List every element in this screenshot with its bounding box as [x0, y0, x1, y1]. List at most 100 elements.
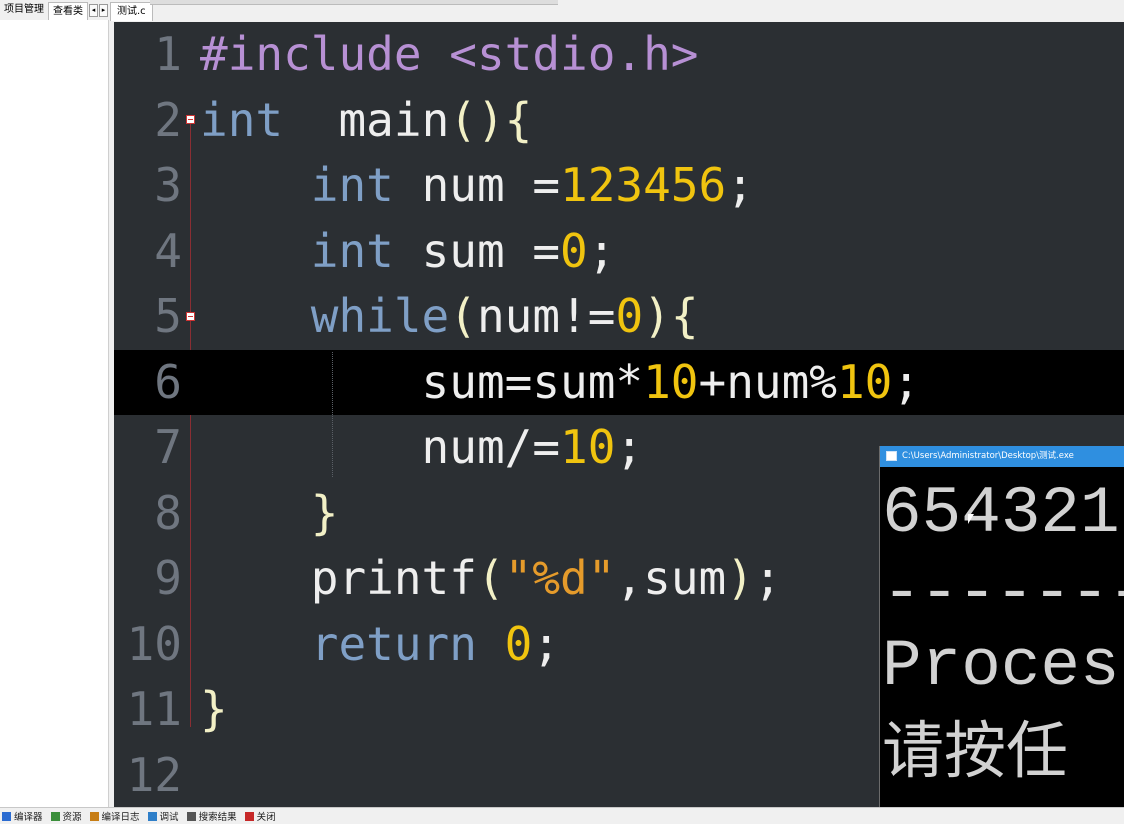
bottom-tab[interactable]: 资源 — [49, 809, 82, 823]
bottom-tab[interactable]: 搜索结果 — [185, 809, 237, 823]
bottom-tab[interactable]: 编译器 — [0, 809, 43, 823]
console-output-line: 654321 — [882, 476, 1120, 551]
code-token: ; — [587, 223, 616, 278]
project-panel — [0, 20, 109, 807]
code-token: 123456 — [560, 158, 727, 212]
code-token: num = — [393, 158, 561, 212]
horizontal-scrollbar[interactable] — [150, 0, 558, 5]
code-token: ; — [615, 420, 644, 474]
bottom-tab[interactable]: 编译日志 — [88, 809, 140, 823]
compiler-icon — [2, 811, 11, 821]
close-icon — [244, 811, 254, 821]
console-output-line: ------- — [882, 556, 1124, 631]
panel-tabs: 项目管理 查看类 ◂ ▸ — [0, 0, 108, 21]
bottom-tab-label: 调试 — [159, 812, 179, 823]
code-token: printf — [200, 551, 477, 605]
code-text: } — [200, 481, 339, 547]
console-window[interactable]: C:\Users\Administrator\Desktop\测试.exe 65… — [879, 446, 1124, 823]
code-token: num/= — [200, 420, 561, 474]
code-line[interactable]: 5 while(num!=0){ — [114, 284, 1124, 350]
code-token: { — [670, 289, 699, 343]
code-token: #include — [200, 27, 450, 81]
code-text: return 0; — [200, 612, 560, 678]
bottom-tool-tabs: 编译器 资源 编译日志 调试 搜索结果 关闭 — [0, 807, 1124, 824]
code-line[interactable]: 6 sum=sum*10+num%10; — [114, 349, 1124, 416]
resources-icon — [50, 811, 60, 821]
scroll-right-icon[interactable]: ▸ — [99, 3, 108, 17]
line-number: 5 — [154, 289, 182, 343]
bottom-tab[interactable]: 关闭 — [243, 809, 276, 823]
bottom-tab-label: 资源 — [62, 812, 82, 823]
top-tab-strip: 项目管理 查看类 ◂ ▸ 测试.c — [0, 0, 1124, 21]
code-token: ,sum — [615, 551, 727, 605]
line-number: 6 — [154, 354, 182, 409]
line-number: 8 — [154, 485, 182, 540]
code-token: int — [310, 158, 394, 212]
code-token: int — [200, 92, 284, 147]
line-number: 12 — [126, 747, 182, 802]
tab-class-view[interactable]: 查看类 — [48, 1, 88, 21]
code-token: ; — [532, 616, 561, 671]
code-token: ; — [726, 158, 754, 212]
code-token: ) — [726, 551, 754, 605]
code-token: num!= — [476, 289, 616, 343]
tab-project-manager[interactable]: 项目管理 — [0, 0, 48, 20]
code-token: while — [310, 289, 450, 343]
code-text: int num =123456; — [200, 153, 754, 219]
debug-icon — [147, 811, 157, 821]
code-line[interactable]: 1 #include <stdio.h> — [114, 22, 1124, 88]
line-number: 11 — [126, 682, 182, 736]
code-text: while(num!=0){ — [200, 284, 699, 350]
code-text: #include <stdio.h> — [200, 22, 699, 88]
code-text: num/=10; — [200, 415, 644, 481]
code-text: } — [200, 677, 228, 743]
compile-log-icon — [89, 811, 99, 821]
bottom-tab-label: 编译器 — [14, 812, 43, 823]
console-title: C:\Users\Administrator\Desktop\测试.exe — [902, 451, 1074, 461]
console-output-line: 请按任 — [882, 714, 1069, 787]
bottom-tab[interactable]: 调试 — [146, 809, 179, 823]
search-results-icon — [186, 811, 196, 821]
code-text: int main(){ — [200, 88, 532, 154]
code-token: sum = — [393, 223, 561, 278]
code-token: ( — [449, 289, 477, 343]
code-token: ; — [753, 551, 782, 605]
code-token: } — [200, 682, 228, 736]
code-text: int sum =0; — [200, 219, 616, 285]
console-title-bar[interactable]: C:\Users\Administrator\Desktop\测试.exe — [880, 446, 1124, 467]
scroll-left-icon[interactable]: ◂ — [89, 3, 98, 17]
code-token: 0 — [615, 289, 644, 343]
mouse-pointer-icon — [968, 514, 974, 524]
code-token: 10 — [643, 354, 699, 409]
code-text: sum=sum*10+num%10; — [200, 350, 921, 416]
line-number: 2 — [154, 92, 182, 147]
code-token: } — [310, 485, 339, 540]
bottom-tab-label: 搜索结果 — [198, 812, 237, 823]
code-text: printf("%d",sum); — [200, 546, 782, 612]
code-token: main — [283, 92, 450, 147]
code-token: 10 — [836, 354, 893, 409]
bottom-tab-label: 关闭 — [256, 812, 276, 823]
bottom-tab-label: 编译日志 — [101, 812, 140, 823]
code-token: () — [449, 92, 505, 147]
code-token: ; — [892, 354, 921, 409]
indent-guide — [332, 352, 333, 477]
code-line[interactable]: 2 int main(){ — [114, 88, 1124, 154]
line-number: 7 — [154, 420, 182, 474]
code-token: ( — [476, 551, 505, 605]
code-token: 0 — [560, 223, 588, 278]
code-token: <stdio.h> — [449, 27, 699, 81]
console-output-line: Proces — [882, 629, 1120, 704]
console-app-icon — [886, 450, 897, 461]
code-line[interactable]: 3 int num =123456; — [114, 153, 1124, 219]
code-token: +num% — [698, 354, 837, 409]
code-token: return — [310, 616, 477, 671]
code-line[interactable]: 4 int sum =0; — [114, 219, 1124, 285]
tab-file-test-c[interactable]: 测试.c — [110, 2, 153, 21]
line-number: 3 — [154, 158, 182, 212]
